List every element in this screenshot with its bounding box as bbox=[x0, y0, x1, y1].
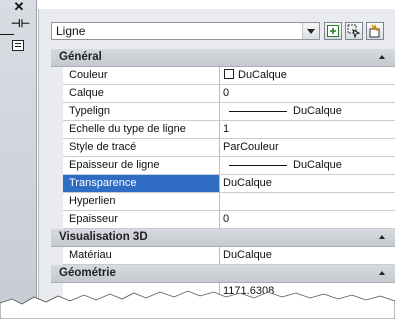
property-value[interactable]: 0 bbox=[220, 211, 395, 229]
property-value[interactable]: 1 bbox=[220, 121, 395, 139]
property-label: Style de tracé bbox=[63, 139, 220, 157]
chevron-down-icon[interactable] bbox=[302, 23, 319, 39]
property-row-transparence[interactable]: Transparence DuCalque bbox=[51, 175, 395, 193]
property-label: Calque bbox=[63, 85, 220, 103]
property-value[interactable]: DuCalque bbox=[220, 157, 395, 175]
property-row-materiau[interactable]: Matériau DuCalque bbox=[51, 247, 395, 265]
torn-edge bbox=[0, 290, 395, 319]
color-swatch-icon bbox=[224, 69, 234, 80]
properties-palette: Ligne Général Couleur DuCalque Calque 0 … bbox=[38, 9, 395, 319]
collapse-icon[interactable] bbox=[379, 271, 385, 275]
property-label: Hyperlien bbox=[63, 193, 220, 211]
property-value[interactable]: DuCalque bbox=[220, 67, 395, 85]
palette-toolbar: Ligne bbox=[39, 9, 395, 49]
property-value[interactable]: DuCalque bbox=[220, 103, 395, 121]
property-label: Matériau bbox=[63, 247, 220, 265]
property-label: Epaisseur de ligne bbox=[63, 157, 220, 175]
property-row-echelle[interactable]: Echelle du type de ligne 1 bbox=[51, 121, 395, 139]
palette-title-strip: ✕ ⊣⊢ bbox=[0, 0, 37, 319]
property-label: Transparence bbox=[63, 175, 220, 193]
section-title: Général bbox=[59, 51, 102, 63]
toggle-pickadd-icon bbox=[327, 25, 339, 37]
property-row-typelign[interactable]: Typelign DuCalque bbox=[51, 103, 395, 121]
property-value[interactable]: DuCalque bbox=[220, 175, 395, 193]
property-label: Echelle du type de ligne bbox=[63, 121, 220, 139]
select-objects-icon bbox=[347, 24, 361, 38]
object-type-value: Ligne bbox=[56, 24, 86, 38]
property-label: Epaisseur bbox=[63, 211, 220, 229]
property-row-couleur[interactable]: Couleur DuCalque bbox=[51, 67, 395, 85]
quick-select-icon bbox=[369, 24, 380, 38]
property-value[interactable]: 0 bbox=[220, 85, 395, 103]
property-value-text: DuCalque bbox=[293, 159, 342, 171]
collapse-icon[interactable] bbox=[379, 55, 385, 59]
section-visualisation-3d[interactable]: Visualisation 3D bbox=[51, 229, 395, 247]
auto-hide-icon[interactable]: ⊣⊢ bbox=[11, 18, 30, 30]
toggle-pickadd-button[interactable] bbox=[324, 22, 342, 40]
linetype-sample-icon bbox=[229, 110, 287, 112]
properties-menu-icon[interactable] bbox=[12, 40, 24, 51]
property-value-text: DuCalque bbox=[293, 105, 342, 117]
property-row-epaisseur[interactable]: Epaisseur 0 bbox=[51, 211, 395, 229]
property-value[interactable]: DuCalque bbox=[220, 247, 395, 265]
property-row-calque[interactable]: Calque 0 bbox=[51, 85, 395, 103]
property-label: Typelign bbox=[63, 103, 220, 121]
object-type-dropdown[interactable]: Ligne bbox=[51, 22, 320, 40]
lineweight-sample-icon bbox=[229, 164, 287, 166]
leader-line bbox=[0, 34, 14, 35]
section-geometrie[interactable]: Géométrie bbox=[51, 265, 395, 283]
property-value-text: DuCalque bbox=[238, 69, 287, 81]
property-row-hyperlien[interactable]: Hyperlien bbox=[51, 193, 395, 211]
property-grid: Général Couleur DuCalque Calque 0 Typeli… bbox=[51, 49, 395, 301]
collapse-icon[interactable] bbox=[379, 235, 385, 239]
section-general[interactable]: Général bbox=[51, 49, 395, 67]
property-row-style-trace[interactable]: Style de tracé ParCouleur bbox=[51, 139, 395, 157]
section-title: Visualisation 3D bbox=[59, 231, 148, 243]
quick-select-button[interactable] bbox=[366, 22, 384, 40]
property-label: Couleur bbox=[63, 67, 220, 85]
property-value[interactable]: ParCouleur bbox=[220, 139, 395, 157]
close-icon[interactable]: ✕ bbox=[12, 0, 26, 14]
property-value[interactable] bbox=[220, 193, 395, 211]
section-title: Géométrie bbox=[59, 267, 116, 279]
property-row-epaisseur-ligne[interactable]: Epaisseur de ligne DuCalque bbox=[51, 157, 395, 175]
select-objects-button[interactable] bbox=[345, 22, 363, 40]
